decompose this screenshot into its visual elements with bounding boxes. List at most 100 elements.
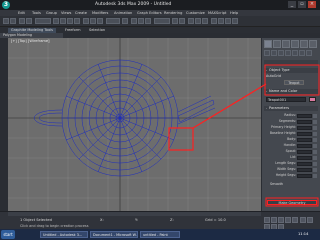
systems-icon[interactable]: [306, 50, 312, 56]
param-field[interactable]: [297, 167, 312, 172]
param-field[interactable]: [297, 155, 312, 160]
maximize-button[interactable]: ▫: [298, 1, 306, 8]
menu-animation[interactable]: Animation: [114, 11, 132, 15]
tab-freeform[interactable]: Freeform: [62, 28, 84, 33]
undo-icon[interactable]: [3, 18, 9, 24]
schematic-view-icon[interactable]: [202, 18, 208, 24]
spinner-icon[interactable]: [313, 155, 317, 160]
named-selection-dropdown[interactable]: [154, 18, 170, 24]
selection-filter-dropdown[interactable]: [35, 18, 51, 24]
minimize-button[interactable]: _: [288, 1, 296, 8]
param-field[interactable]: [297, 131, 312, 136]
menu-group[interactable]: Group: [46, 11, 57, 15]
param-field[interactable]: [297, 119, 312, 124]
app-logo-icon[interactable]: 3: [2, 1, 10, 9]
spinner-icon[interactable]: [313, 143, 317, 148]
select-by-name-icon[interactable]: [60, 18, 66, 24]
coord-x-field[interactable]: X:: [100, 218, 104, 222]
display-tab-icon[interactable]: [300, 40, 308, 48]
render-setup-icon[interactable]: [218, 18, 224, 24]
menu-tools[interactable]: Tools: [32, 11, 41, 15]
mirror-icon[interactable]: [172, 18, 178, 24]
menu-create[interactable]: Create: [75, 11, 87, 15]
menu-help[interactable]: Help: [230, 11, 238, 15]
pan-view-icon[interactable]: [307, 217, 313, 223]
spinner-icon[interactable]: [313, 113, 317, 118]
make-geometry-button[interactable]: Make Geometry: [267, 200, 317, 205]
cameras-icon[interactable]: [285, 50, 291, 56]
curve-editor-icon[interactable]: [195, 18, 201, 24]
play-icon[interactable]: [278, 217, 284, 223]
rect-selection-icon[interactable]: [67, 18, 73, 24]
menu-rendering[interactable]: Rendering: [164, 11, 182, 15]
align-icon[interactable]: [179, 18, 185, 24]
menu-maxscript[interactable]: MAXScript: [208, 11, 226, 15]
pivot-icon[interactable]: [122, 18, 128, 24]
prev-frame-icon[interactable]: [271, 217, 277, 223]
taskbar-item-word[interactable]: Document1 - Microsoft W...: [90, 231, 138, 238]
object-color-swatch[interactable]: [309, 97, 316, 102]
percent-snap-icon[interactable]: [145, 18, 151, 24]
link-icon[interactable]: [19, 18, 25, 24]
zoom-extents-icon[interactable]: [300, 217, 306, 223]
object-type-rollout[interactable]: - Object Type: [264, 68, 318, 73]
lights-icon[interactable]: [278, 50, 284, 56]
move-icon[interactable]: [83, 18, 89, 24]
next-frame-icon[interactable]: [285, 217, 291, 223]
param-field[interactable]: [297, 125, 312, 130]
spinner-icon[interactable]: [313, 137, 317, 142]
select-object-icon[interactable]: [53, 18, 59, 24]
time-slider[interactable]: [8, 212, 261, 216]
hierarchy-tab-icon[interactable]: [282, 40, 290, 48]
modify-tab-icon[interactable]: [273, 40, 281, 48]
goto-start-icon[interactable]: [264, 217, 270, 223]
rotate-icon[interactable]: [90, 18, 96, 24]
menu-graph-editors[interactable]: Graph Editors: [137, 11, 162, 15]
param-field[interactable]: [297, 137, 312, 142]
param-field[interactable]: [297, 149, 312, 154]
window-crossing-icon[interactable]: [74, 18, 80, 24]
taskbar-item-3dsmax[interactable]: Untitled - Autodesk 3...: [40, 231, 88, 238]
render-icon[interactable]: [232, 18, 238, 24]
menu-views[interactable]: Views: [61, 11, 71, 15]
spinner-icon[interactable]: [313, 125, 317, 130]
smooth-checkbox[interactable]: Smooth: [270, 182, 283, 186]
standard-primitives-dropdown[interactable]: [264, 60, 318, 65]
top-viewport[interactable]: [+] [Top] [Wireframe]: [8, 38, 261, 211]
spinner-icon[interactable]: [313, 173, 317, 178]
menu-customize[interactable]: Customize: [186, 11, 205, 15]
goto-end-icon[interactable]: [292, 217, 298, 223]
spinner-icon[interactable]: [313, 167, 317, 172]
layer-manager-icon[interactable]: [188, 18, 194, 24]
param-field[interactable]: [297, 113, 312, 118]
spinner-icon[interactable]: [313, 149, 317, 154]
redo-icon[interactable]: [10, 18, 16, 24]
material-editor-icon[interactable]: [211, 18, 217, 24]
object-name-field[interactable]: Teapot001: [266, 97, 306, 102]
teapot-button[interactable]: Teapot: [284, 80, 304, 85]
param-field[interactable]: [297, 161, 312, 166]
param-field[interactable]: [297, 143, 312, 148]
unlink-icon[interactable]: [26, 18, 32, 24]
taskbar-item-paint[interactable]: untitled - Paint: [140, 231, 180, 238]
shapes-icon[interactable]: [271, 50, 277, 56]
snaps-toggle-icon[interactable]: [131, 18, 137, 24]
utilities-tab-icon[interactable]: [309, 40, 317, 48]
motion-tab-icon[interactable]: [291, 40, 299, 48]
menu-edit[interactable]: Edit: [18, 11, 25, 15]
create-tab-icon[interactable]: [264, 40, 272, 48]
start-button[interactable]: start: [1, 230, 15, 239]
coord-y-field[interactable]: Y:: [135, 218, 138, 222]
spinner-icon[interactable]: [313, 161, 317, 166]
spinner-icon[interactable]: [313, 119, 317, 124]
menu-modifiers[interactable]: Modifiers: [92, 11, 108, 15]
helpers-icon[interactable]: [292, 50, 298, 56]
scale-icon[interactable]: [97, 18, 103, 24]
param-field[interactable]: [297, 173, 312, 178]
angle-snap-icon[interactable]: [138, 18, 144, 24]
close-button[interactable]: ×: [308, 1, 316, 8]
parameters-rollout[interactable]: - Parameters: [264, 106, 318, 111]
coord-z-field[interactable]: Z:: [170, 218, 174, 222]
rendered-frame-icon[interactable]: [225, 18, 231, 24]
tab-selection[interactable]: Selection: [86, 28, 108, 33]
